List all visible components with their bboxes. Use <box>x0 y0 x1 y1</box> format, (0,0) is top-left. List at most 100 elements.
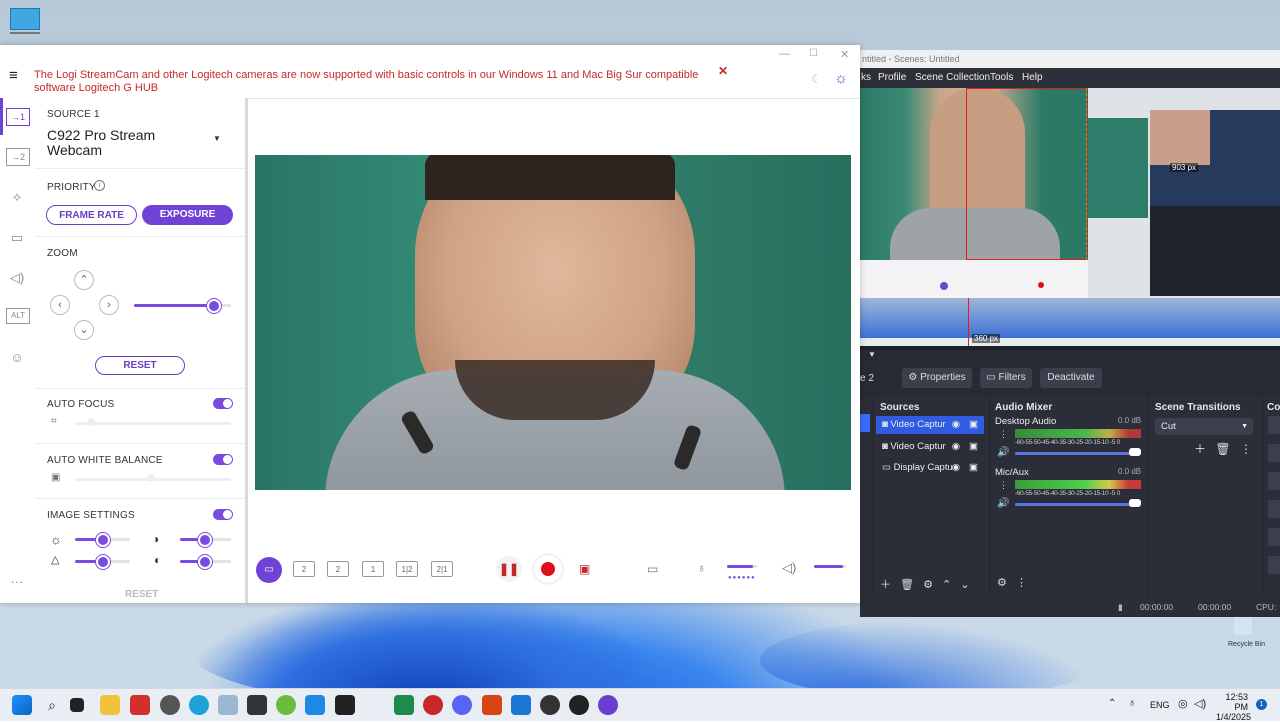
app-icon[interactable] <box>511 695 531 715</box>
zoom-slider-handle[interactable] <box>206 299 221 313</box>
slider-handle[interactable] <box>1129 499 1141 507</box>
layout-pip-button[interactable]: 2 <box>327 561 349 577</box>
layout-pip-alt-button[interactable]: 1 <box>362 561 384 577</box>
menu-item-tools[interactable]: Tools <box>990 72 1013 83</box>
windows-start-icon[interactable] <box>12 695 32 715</box>
logi-capture-icon[interactable] <box>598 695 618 715</box>
add-icon[interactable]: ＋ <box>1194 442 1206 456</box>
lock-icon[interactable]: ▣ <box>969 459 978 477</box>
pan-up-icon[interactable]: ⌃ <box>74 270 94 290</box>
more-icon[interactable]: ··· <box>6 572 28 592</box>
close-banner-icon[interactable]: ✕ <box>718 64 728 78</box>
pan-right-icon[interactable]: › <box>99 295 119 315</box>
kebab-icon[interactable]: ⋮ <box>1016 577 1027 589</box>
eye-icon[interactable]: ◉ <box>952 416 960 434</box>
speaker-volume-slider[interactable] <box>814 565 846 568</box>
eye-icon[interactable]: ◉ <box>952 438 960 456</box>
exposure-button[interactable]: EXPOSURE <box>142 205 233 225</box>
up-arrow-icon[interactable]: ⌃ <box>942 579 951 591</box>
app-icon[interactable] <box>394 695 414 715</box>
reset-zoom-button[interactable]: RESET <box>95 356 185 375</box>
speaker-icon[interactable]: ◁) <box>782 560 796 576</box>
chevron-down-icon[interactable]: ▼ <box>213 134 221 143</box>
trash-icon[interactable]: 🗑 <box>900 579 914 591</box>
file-explorer-icon[interactable] <box>100 695 120 715</box>
auto-white-balance-toggle[interactable] <box>213 454 233 465</box>
image-settings-toggle[interactable] <box>213 509 233 520</box>
auto-focus-toggle[interactable] <box>213 398 233 409</box>
menu-item-scene-collection[interactable]: Scene Collection <box>915 72 990 83</box>
desktop-icon-recycle-bin[interactable]: Recycle Bin <box>1228 615 1265 655</box>
gear-icon[interactable]: ⚙ <box>923 579 933 591</box>
dark-mode-icon[interactable]: ☾ <box>811 72 822 86</box>
app-icon[interactable] <box>569 695 589 715</box>
source-2-icon[interactable]: →2 <box>6 148 30 166</box>
minimize-icon[interactable]: — <box>779 48 790 60</box>
source-row[interactable]: ◙ Video Captur ◉ ▣ <box>876 416 984 434</box>
contrast-slider-handle[interactable] <box>198 533 212 547</box>
deactivate-button[interactable]: Deactivate <box>1040 368 1102 388</box>
search-icon[interactable]: ⌕ <box>42 695 62 715</box>
app-icon[interactable] <box>482 695 502 715</box>
app-icon[interactable] <box>305 695 325 715</box>
pause-button[interactable]: ❚❚ <box>496 556 522 582</box>
microphone-icon[interactable]: ♁ <box>697 561 706 575</box>
add-icon[interactable]: ＋ <box>880 579 891 591</box>
sharpness-slider-handle[interactable] <box>96 555 110 569</box>
obs-preview-canvas[interactable]: 903 px 360 px <box>860 88 1280 350</box>
screenshot-camera-icon[interactable]: ▣ <box>579 562 590 576</box>
info-icon[interactable]: i <box>94 180 105 191</box>
magic-wand-icon[interactable]: ✧ <box>6 188 28 208</box>
folder-icon[interactable]: ▭ <box>647 562 658 576</box>
frame-rate-button[interactable]: FRAME RATE <box>46 205 137 225</box>
gear-icon[interactable]: ⚙ <box>997 577 1007 589</box>
kebab-icon[interactable]: ⋮ <box>999 429 1008 440</box>
clock[interactable]: 12:53 PM 1/4/2025 <box>1216 692 1251 722</box>
layout-split-button[interactable]: 1|2 <box>396 561 418 577</box>
lock-icon[interactable]: ▣ <box>969 416 978 434</box>
alt-icon[interactable]: ALT <box>6 308 30 324</box>
user-icon[interactable]: ☺ <box>6 348 28 368</box>
menu-item-help[interactable]: Help <box>1022 72 1043 83</box>
chevron-up-icon[interactable]: ⌃ <box>1108 698 1116 709</box>
dropdown-arrow-icon[interactable]: ▼ <box>868 350 876 359</box>
pan-left-icon[interactable]: ‹ <box>50 295 70 315</box>
canvas-display-source[interactable] <box>1088 88 1280 298</box>
app-icon[interactable] <box>423 695 443 715</box>
lock-icon[interactable]: ▣ <box>969 438 978 456</box>
hamburger-menu-icon[interactable]: ≡ <box>9 68 18 83</box>
speaker-icon[interactable]: 🔊 <box>997 447 1009 458</box>
scene-tab[interactable]: e 2 <box>860 373 874 384</box>
close-window-icon[interactable]: ✕ <box>840 48 849 61</box>
photos-icon[interactable] <box>218 695 238 715</box>
light-mode-icon[interactable]: ☼ <box>834 70 848 87</box>
edge-icon[interactable] <box>189 695 209 715</box>
video-camera-icon[interactable]: ▭ <box>6 228 28 248</box>
kebab-icon[interactable]: ⋮ <box>1240 442 1252 456</box>
menu-item-ks[interactable]: ks <box>861 72 871 83</box>
mic-volume[interactable] <box>1015 503 1141 506</box>
task-view-icon[interactable] <box>70 698 84 712</box>
epic-games-icon[interactable] <box>335 695 355 715</box>
slider-handle[interactable] <box>1129 448 1141 456</box>
desktop-icon-this-pc[interactable] <box>10 8 40 42</box>
source-1-icon[interactable]: →1 <box>6 108 30 126</box>
transition-select[interactable]: Cut ▼ <box>1155 418 1253 435</box>
record-button[interactable] <box>534 555 562 583</box>
layout-single-button[interactable]: ▭ <box>256 557 282 583</box>
notification-badge[interactable]: 1 <box>1256 699 1267 710</box>
brightness-slider-handle[interactable] <box>96 533 110 547</box>
discord-icon[interactable] <box>452 695 472 715</box>
saturation-slider-handle[interactable] <box>198 555 212 569</box>
filters-button[interactable]: ▭ Filters <box>980 368 1032 388</box>
volume-icon[interactable]: ◁) <box>1194 697 1206 710</box>
chrome-icon[interactable] <box>160 695 180 715</box>
eye-icon[interactable]: ◉ <box>952 459 960 477</box>
properties-button[interactable]: ⚙ Properties <box>902 368 972 388</box>
terminal-icon[interactable] <box>247 695 267 715</box>
network-icon[interactable]: ◎ <box>1178 697 1188 710</box>
obs-titlebar[interactable]: ntitled - Scenes: Untitled <box>860 50 1280 68</box>
app-icon[interactable] <box>130 695 150 715</box>
mic-volume-slider[interactable] <box>727 565 757 568</box>
trash-icon[interactable]: 🗑 <box>1215 442 1230 456</box>
